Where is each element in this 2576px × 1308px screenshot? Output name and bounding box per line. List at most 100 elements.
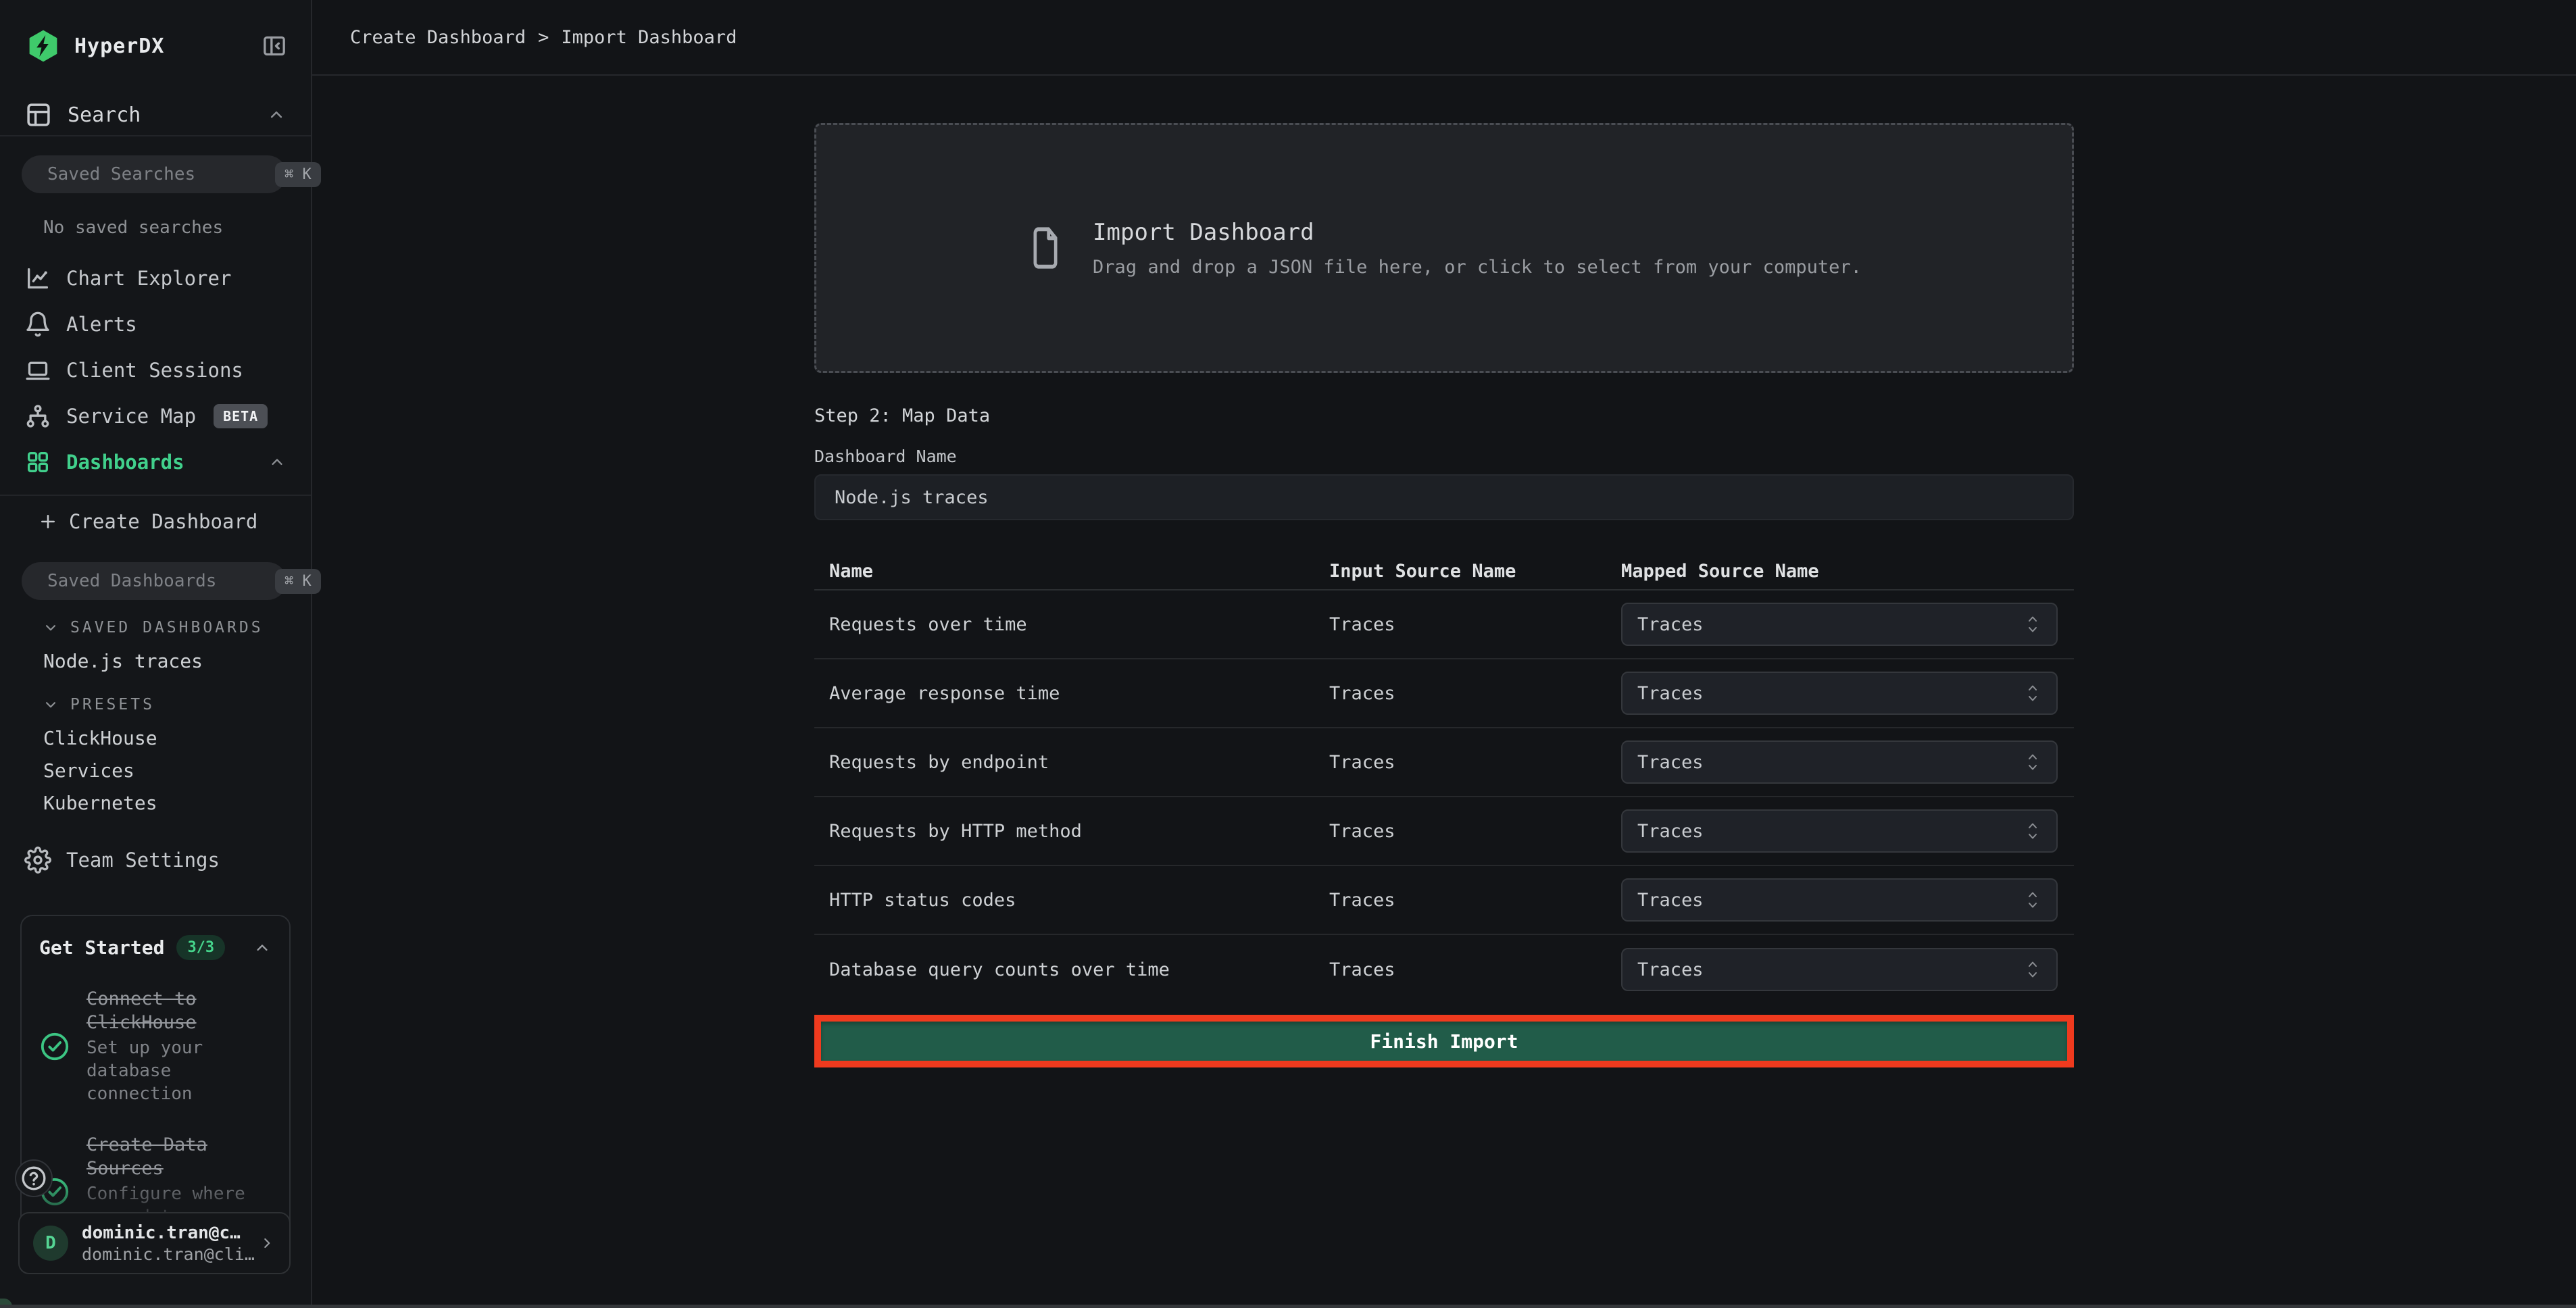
preset-item[interactable]: Kubernetes	[0, 786, 311, 819]
breadcrumb-import-dashboard[interactable]: Import Dashboard	[561, 27, 737, 48]
presets-group-toggle[interactable]: PRESETS	[0, 688, 311, 722]
plus-icon	[38, 511, 58, 532]
sidebar-item-client-sessions[interactable]: Client Sessions	[0, 347, 311, 393]
check-circle-icon	[39, 1031, 70, 1062]
chevron-down-icon	[42, 619, 59, 636]
finish-import-button[interactable]: Finish Import	[821, 1022, 2067, 1061]
mapping-table: Name Input Source Name Mapped Source Nam…	[814, 553, 2074, 1004]
finish-import-highlight: Finish Import	[814, 1015, 2074, 1067]
select-updown-icon	[2024, 613, 2041, 636]
saved-dashboards-input[interactable]	[47, 571, 275, 591]
preset-item[interactable]: Services	[0, 754, 311, 786]
selected-source-value: Traces	[1637, 959, 1704, 980]
chevron-up-icon	[268, 453, 287, 472]
mapped-source-select[interactable]: Traces	[1621, 809, 2058, 853]
table-row: Requests over time Traces Traces	[814, 590, 2074, 659]
chevron-down-icon	[42, 696, 59, 713]
saved-searches-search[interactable]: ⌘ K	[22, 155, 287, 193]
no-saved-searches-note: No saved searches	[43, 218, 311, 238]
dropzone-subtitle: Drag and drop a JSON file here, or click…	[1093, 257, 1862, 278]
sidebar-section-search[interactable]: Search	[0, 95, 311, 136]
get-started-progress-badge: 3/3	[176, 935, 225, 960]
table-body: Requests over time Traces Traces	[814, 590, 2074, 1004]
mapped-source-select[interactable]: Traces	[1621, 878, 2058, 922]
select-updown-icon	[2024, 820, 2041, 842]
sidebar-item-service-map[interactable]: Service Map BETA	[0, 393, 311, 439]
file-icon	[1026, 224, 1064, 272]
service-map-icon	[24, 403, 51, 430]
breadcrumb-separator: >	[538, 27, 549, 48]
hyperdx-logo-icon	[26, 28, 61, 64]
window-bottom-edge	[0, 1305, 2576, 1308]
dashboard-name-input[interactable]	[814, 474, 2074, 520]
select-updown-icon	[2024, 958, 2041, 981]
checklist-item-description: Set up your database connection	[86, 1037, 272, 1105]
gear-icon	[24, 847, 51, 874]
input-source-cell: Traces	[1329, 890, 1621, 911]
chevron-up-icon	[266, 105, 287, 125]
user-email: dominic.tran@cli…	[82, 1244, 255, 1264]
sidebar-item-dashboards[interactable]: Dashboards	[0, 439, 311, 485]
chart-name-cell: Requests over time	[814, 614, 1329, 635]
chevron-up-icon[interactable]	[253, 938, 272, 957]
saved-searches-kbd: ⌘ K	[275, 162, 321, 187]
checklist-item-title: Connect to ClickHouse	[86, 987, 272, 1034]
search-board-icon	[24, 101, 53, 129]
table-row: HTTP status codes Traces Traces	[814, 866, 2074, 935]
saved-dashboards-list: Node.js traces	[0, 645, 311, 677]
breadcrumb: Create Dashboard > Import Dashboard	[350, 27, 737, 48]
user-account-button[interactable]: D dominic.tran@c… dominic.tran@cli…	[18, 1212, 291, 1274]
saved-dashboards-kbd: ⌘ K	[275, 569, 321, 594]
topbar: Create Dashboard > Import Dashboard	[312, 0, 2576, 76]
table-row: Database query counts over time Traces T…	[814, 935, 2074, 1004]
user-name: dominic.tran@c…	[82, 1223, 255, 1243]
help-button[interactable]	[15, 1159, 53, 1197]
input-source-cell: Traces	[1329, 821, 1621, 842]
create-dashboard-button[interactable]: Create Dashboard	[0, 496, 311, 547]
get-started-title: Get Started	[39, 936, 164, 959]
input-source-cell: Traces	[1329, 959, 1621, 980]
sidebar: HyperDX Search ⌘ K No saved searches Cha…	[0, 0, 312, 1308]
sidebar-item-team-settings[interactable]: Team Settings	[0, 840, 311, 880]
table-row: Average response time Traces Traces	[814, 659, 2074, 728]
sidebar-collapse-icon[interactable]	[261, 32, 288, 59]
table-row: Requests by HTTP method Traces Traces	[814, 797, 2074, 866]
selected-source-value: Traces	[1637, 752, 1704, 773]
select-updown-icon	[2024, 888, 2041, 911]
import-content: Import Dashboard Drag and drop a JSON fi…	[814, 123, 2074, 1067]
checklist-item-title: Create Data Sources	[86, 1133, 272, 1180]
sidebar-section-label: Search	[68, 103, 141, 127]
sidebar-item-alerts[interactable]: Alerts	[0, 301, 311, 347]
chart-name-cell: HTTP status codes	[814, 890, 1329, 911]
get-started-panel: Get Started 3/3 Connect to ClickHouse Se…	[20, 915, 291, 1239]
column-header-name: Name	[814, 561, 1329, 582]
mapped-source-select[interactable]: Traces	[1621, 603, 2058, 646]
presets-list: ClickHouseServicesKubernetes	[0, 722, 311, 819]
sidebar-item-chart-explorer[interactable]: Chart Explorer	[0, 255, 311, 301]
dropzone-title: Import Dashboard	[1093, 219, 1862, 246]
selected-source-value: Traces	[1637, 614, 1704, 635]
saved-dashboards-search[interactable]: ⌘ K	[22, 562, 287, 600]
main-area: Create Dashboard > Import Dashboard Impo…	[312, 0, 2576, 1308]
mapped-source-select[interactable]: Traces	[1621, 672, 2058, 715]
get-started-checklist: Connect to ClickHouse Set up your databa…	[39, 987, 272, 1239]
logo-row: HyperDX	[0, 0, 311, 65]
preset-item[interactable]: ClickHouse	[0, 722, 311, 754]
input-source-cell: Traces	[1329, 614, 1621, 635]
checklist-item[interactable]: Connect to ClickHouse Set up your databa…	[39, 987, 272, 1106]
json-dropzone[interactable]: Import Dashboard Drag and drop a JSON fi…	[814, 123, 2074, 373]
chart-name-cell: Requests by HTTP method	[814, 821, 1329, 842]
mapped-source-select[interactable]: Traces	[1621, 740, 2058, 784]
selected-source-value: Traces	[1637, 890, 1704, 911]
saved-dashboard-item[interactable]: Node.js traces	[0, 645, 311, 677]
chart-name-cell: Average response time	[814, 683, 1329, 704]
column-header-mapped-source: Mapped Source Name	[1621, 561, 2074, 582]
beta-badge: BETA	[214, 404, 268, 428]
input-source-cell: Traces	[1329, 752, 1621, 773]
mapped-source-select[interactable]: Traces	[1621, 948, 2058, 991]
saved-searches-input[interactable]	[47, 164, 275, 184]
saved-dashboards-group-toggle[interactable]: SAVED DASHBOARDS	[0, 611, 311, 645]
chart-name-cell: Requests by endpoint	[814, 752, 1329, 773]
table-row: Requests by endpoint Traces Traces	[814, 728, 2074, 797]
breadcrumb-create-dashboard[interactable]: Create Dashboard	[350, 27, 526, 48]
